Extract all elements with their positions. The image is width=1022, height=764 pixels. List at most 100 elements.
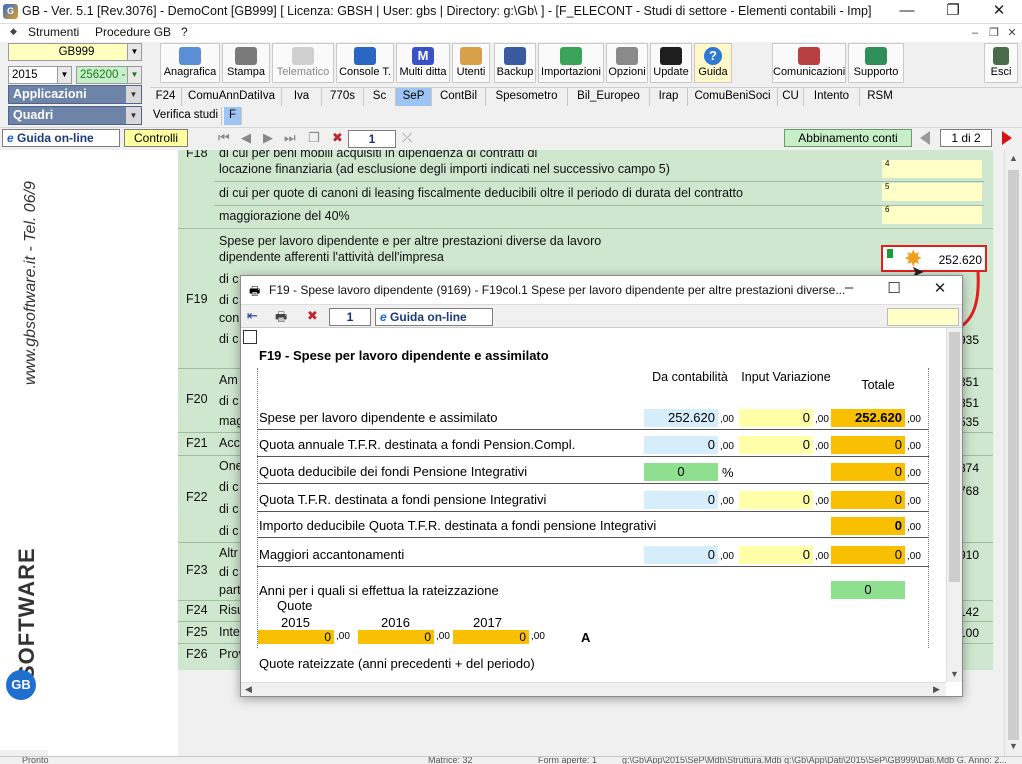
chevron-down-icon[interactable]: ▼ bbox=[57, 67, 71, 83]
delete-page-icon[interactable]: ✖ bbox=[332, 130, 343, 146]
contabilita-value[interactable]: 0 bbox=[644, 546, 718, 564]
tab-contbil[interactable]: ContBil bbox=[432, 88, 486, 106]
guida-online-button[interactable]: e Guida on-line bbox=[2, 129, 120, 147]
quota-2017[interactable]: 0 bbox=[453, 630, 529, 644]
prev-page-icon[interactable]: ◀ bbox=[241, 130, 251, 146]
tab-irap[interactable]: Irap bbox=[650, 88, 688, 106]
scroll-left-icon[interactable]: ◀ bbox=[245, 683, 252, 696]
dialog-guida-online-button[interactable]: e Guida on-line bbox=[375, 308, 493, 326]
update-button[interactable]: Update bbox=[650, 43, 692, 83]
select-all-checkbox[interactable] bbox=[243, 330, 257, 344]
main-vertical-scrollbar[interactable]: ▲ ▼ bbox=[1004, 150, 1022, 756]
menu-strumenti[interactable]: Strumenti bbox=[28, 25, 79, 39]
comunicazioni-button[interactable]: Comunicazioni bbox=[772, 43, 846, 83]
tab-bil-europeo[interactable]: Bil_Europeo bbox=[568, 88, 650, 106]
tab-iva[interactable]: Iva bbox=[282, 88, 322, 106]
tab-spesometro[interactable]: Spesometro bbox=[486, 88, 568, 106]
variazione-input[interactable]: 0 bbox=[739, 409, 813, 427]
code-select[interactable]: 256200 - ▼ bbox=[76, 66, 142, 84]
backup-button[interactable]: Backup bbox=[494, 43, 536, 83]
exit-dialog-icon[interactable]: ⇤ bbox=[247, 308, 258, 324]
input-field-5[interactable] bbox=[882, 183, 982, 201]
tab-comuanndatiiva[interactable]: ComuAnnDatiIva bbox=[182, 88, 282, 106]
tab-verifica-studi[interactable]: Verifica studi bbox=[150, 107, 222, 125]
scroll-down-icon[interactable]: ▼ bbox=[947, 666, 962, 682]
child-restore-icon[interactable]: ❐ bbox=[987, 26, 1001, 40]
decimals: ,00 bbox=[907, 468, 921, 479]
next-sheet-icon[interactable] bbox=[1002, 131, 1012, 145]
tab-sep[interactable]: SeP bbox=[396, 88, 432, 106]
contabilita-value[interactable]: 252.620 bbox=[644, 409, 718, 427]
tab-cu[interactable]: CU bbox=[778, 88, 804, 106]
chevron-down-icon[interactable]: ▼ bbox=[127, 67, 141, 83]
tab-intento[interactable]: Intento bbox=[804, 88, 860, 106]
menu-help[interactable]: ? bbox=[181, 25, 188, 39]
minimize-button[interactable]: — bbox=[884, 0, 930, 24]
child-minimize-icon[interactable]: – bbox=[968, 26, 982, 40]
year-select[interactable]: 2015 ▼ bbox=[8, 66, 72, 84]
last-page-icon[interactable]: ⏭ bbox=[284, 130, 296, 146]
anagrafica-button[interactable]: Anagrafica bbox=[160, 43, 220, 83]
first-page-icon[interactable]: ⏮ bbox=[218, 130, 230, 146]
dialog-yellow-field[interactable] bbox=[887, 308, 959, 326]
opzioni-button[interactable]: Opzioni bbox=[606, 43, 648, 83]
chevron-down-icon[interactable]: ▼ bbox=[126, 107, 141, 124]
dialog-scroll-thumb[interactable] bbox=[949, 332, 960, 582]
scroll-down-icon[interactable]: ▼ bbox=[1005, 738, 1022, 754]
dialog-maximize-button[interactable]: ☐ bbox=[879, 279, 909, 297]
applicazioni-select[interactable]: Applicazioni ▼ bbox=[8, 85, 142, 104]
tab-f[interactable]: F bbox=[224, 107, 242, 125]
maximize-button[interactable]: ❐ bbox=[930, 0, 976, 24]
print-icon[interactable]: 🖶 bbox=[275, 308, 287, 330]
supporto-button[interactable]: Supporto bbox=[848, 43, 904, 83]
controlli-button[interactable]: Controlli bbox=[124, 129, 188, 147]
contabilita-value[interactable]: 0 bbox=[644, 436, 718, 454]
percent-input[interactable]: 0 bbox=[644, 463, 718, 481]
scroll-thumb[interactable] bbox=[1008, 170, 1019, 740]
prev-sheet-icon[interactable] bbox=[920, 131, 930, 145]
menu-procedure-gb[interactable]: Procedure GB bbox=[95, 25, 171, 39]
variazione-input[interactable]: 0 bbox=[739, 436, 813, 454]
highlighted-value-field[interactable]: 252.620 bbox=[881, 245, 987, 272]
abbinamento-conti-button[interactable]: Abbinamento conti bbox=[784, 129, 912, 147]
child-close-icon[interactable]: ✕ bbox=[1005, 26, 1019, 40]
importazioni-button[interactable]: Importazioni bbox=[538, 43, 604, 83]
dialog-vertical-scrollbar[interactable]: ▼ bbox=[946, 328, 962, 682]
page-number-input[interactable]: 1 bbox=[348, 130, 396, 148]
variazione-input[interactable]: 0 bbox=[739, 491, 813, 509]
quadri-select[interactable]: Quadri ▼ bbox=[8, 106, 142, 125]
tab-comubenisoci[interactable]: ComuBeniSoci bbox=[688, 88, 778, 106]
input-field-6[interactable] bbox=[882, 206, 982, 224]
multiditta-button[interactable]: M Multi ditta bbox=[396, 43, 450, 83]
chevron-down-icon[interactable]: ▼ bbox=[126, 86, 141, 103]
scroll-right-icon[interactable]: ▶ bbox=[933, 683, 940, 696]
goto-page-icon[interactable]: ⤫ bbox=[402, 130, 412, 146]
chevron-down-icon[interactable]: ▼ bbox=[127, 44, 141, 60]
company-select[interactable]: GB999 ▼ bbox=[8, 43, 142, 61]
console-button[interactable]: Console T. bbox=[336, 43, 394, 83]
stampa-button[interactable]: Stampa bbox=[222, 43, 270, 83]
tab-770s[interactable]: 770s bbox=[322, 88, 364, 106]
dialog-horizontal-scrollbar[interactable]: ◀ ▶ bbox=[241, 682, 946, 696]
quota-2016[interactable]: 0 bbox=[358, 630, 434, 644]
variazione-input[interactable]: 0 bbox=[739, 546, 813, 564]
input-field-4[interactable] bbox=[882, 160, 982, 178]
guida-button[interactable]: ? Guida bbox=[694, 43, 732, 83]
dialog-close-button[interactable]: ✕ bbox=[925, 279, 955, 297]
quota-2015[interactable]: 0 bbox=[258, 630, 334, 644]
scroll-up-icon[interactable]: ▲ bbox=[1005, 150, 1022, 166]
anni-rateizzazione-input[interactable]: 0 bbox=[831, 581, 905, 599]
contabilita-value[interactable]: 0 bbox=[644, 491, 718, 509]
utenti-button[interactable]: Utenti bbox=[452, 43, 490, 83]
telematico-button[interactable]: Telematico bbox=[272, 43, 334, 83]
copy-icon[interactable]: ❐ bbox=[308, 130, 320, 146]
delete-icon[interactable]: ✖ bbox=[307, 308, 318, 324]
dialog-page-input[interactable]: 1 bbox=[329, 308, 371, 326]
tab-rsm[interactable]: RSM bbox=[860, 88, 900, 106]
dialog-minimize-button[interactable]: – bbox=[834, 279, 864, 296]
tab-sc[interactable]: Sc bbox=[364, 88, 396, 106]
next-page-icon[interactable]: ▶ bbox=[263, 130, 273, 146]
close-button[interactable]: ✕ bbox=[976, 0, 1022, 24]
tab-f24[interactable]: F24 bbox=[150, 88, 182, 106]
esci-button[interactable]: Esci bbox=[984, 43, 1018, 83]
